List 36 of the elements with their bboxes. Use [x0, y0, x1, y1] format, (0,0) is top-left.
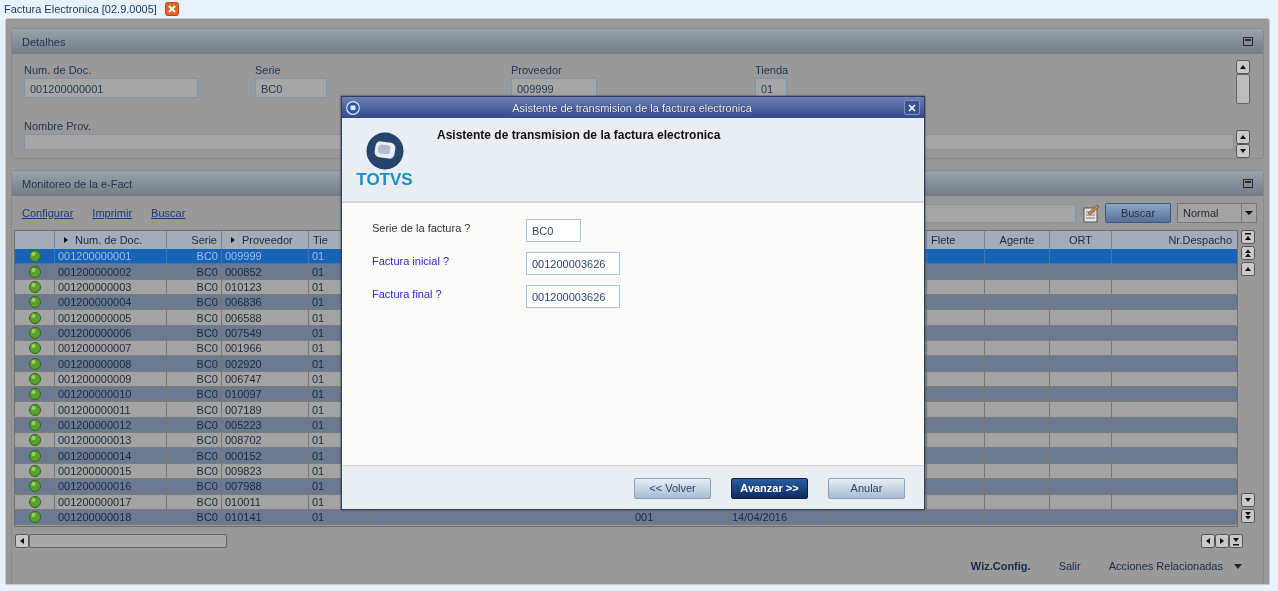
dialog-heading: Asistente de transmision de la factura electronica	[436, 127, 721, 144]
table-cell: BC0	[167, 264, 222, 280]
field-label: Factura inicial ?	[372, 254, 451, 269]
dialog-titlebar: Asistente de transmision de la factura electronica	[342, 97, 924, 118]
table-cell: 001200000011	[55, 402, 167, 418]
table-cell: 001200000017	[55, 494, 167, 510]
section-header: Detalhes	[12, 29, 1263, 54]
table-cell: 002920	[222, 356, 309, 372]
field-label: Proveedor	[511, 64, 563, 76]
field-label: Serie	[255, 64, 282, 76]
table-cell: BC0	[167, 310, 222, 326]
table-cell: 001200000016	[55, 479, 167, 495]
field-label: Serie de la factura ?	[372, 221, 472, 236]
table-cell: BC0	[167, 402, 222, 418]
table-cell: 010011	[222, 494, 309, 510]
table-cell: 000152	[222, 448, 309, 464]
field-label: Tienda	[755, 64, 790, 76]
table-cell: 001200000002	[55, 264, 167, 280]
table-cell: BC0	[167, 479, 222, 495]
field-label: Factura final ?	[372, 287, 443, 302]
table-cell: 007189	[222, 402, 309, 418]
table-cell: 001200000018	[55, 509, 167, 526]
table-cell: 001200000005	[55, 310, 167, 326]
table-cell: 010141	[222, 509, 309, 526]
table-cell: 001200000008	[55, 356, 167, 372]
table-cell: BC0	[167, 494, 222, 510]
table-cell: BC0	[167, 509, 222, 526]
table-cell: 007988	[222, 479, 309, 495]
field-label: Num. de Doc.	[24, 64, 93, 76]
table-cell: BC0	[167, 356, 222, 372]
table-cell: 000852	[222, 264, 309, 280]
table-cell: 001200000014	[55, 448, 167, 464]
logo-text: TOTVS	[356, 171, 413, 189]
field-label: Nombre Prov.	[24, 120, 93, 132]
table-cell: BC0	[167, 448, 222, 464]
table-cell: 006588	[222, 310, 309, 326]
